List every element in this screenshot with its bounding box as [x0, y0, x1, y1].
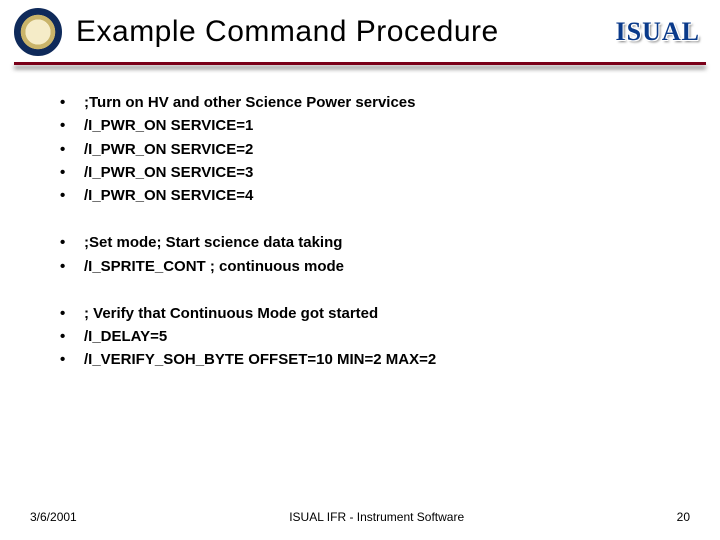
bullet-line: ; Verify that Continuous Mode got starte… — [60, 302, 680, 325]
footer-title: ISUAL IFR - Instrument Software — [77, 510, 677, 524]
bullet-line: ;Turn on HV and other Science Power serv… — [60, 91, 680, 114]
bullet-group: ; Verify that Continuous Mode got starte… — [60, 302, 680, 372]
bullet-text: /I_DELAY=5 — [84, 325, 167, 348]
footer-page-number: 20 — [677, 510, 690, 524]
seal-icon — [14, 8, 62, 56]
bullet-line: /I_VERIFY_SOH_BYTE OFFSET=10 MIN=2 MAX=2 — [60, 348, 680, 371]
bullet-text: ; Verify that Continuous Mode got starte… — [84, 302, 378, 325]
bullet-line: /I_PWR_ON SERVICE=2 — [60, 138, 680, 161]
bullet-group: ;Turn on HV and other Science Power serv… — [60, 91, 680, 207]
bullet-text: /I_PWR_ON SERVICE=1 — [84, 114, 253, 137]
bullet-text: ;Turn on HV and other Science Power serv… — [84, 91, 416, 114]
bullet-text: /I_PWR_ON SERVICE=4 — [84, 184, 253, 207]
slide-footer: 3/6/2001 ISUAL IFR - Instrument Software… — [0, 510, 720, 524]
bullet-icon — [60, 302, 84, 325]
bullet-group: ;Set mode; Start science data taking /I_… — [60, 231, 680, 278]
bullet-text: /I_VERIFY_SOH_BYTE OFFSET=10 MIN=2 MAX=2 — [84, 348, 436, 371]
bullet-icon — [60, 184, 84, 207]
bullet-line: /I_SPRITE_CONT ; continuous mode — [60, 255, 680, 278]
bullet-icon — [60, 348, 84, 371]
bullet-text: /I_PWR_ON SERVICE=3 — [84, 161, 253, 184]
bullet-text: /I_SPRITE_CONT ; continuous mode — [84, 255, 344, 278]
slide-title: Example Command Procedure — [76, 15, 602, 49]
bullet-line: ;Set mode; Start science data taking — [60, 231, 680, 254]
bullet-icon — [60, 91, 84, 114]
isual-logo: ISUAL — [616, 17, 700, 47]
bullet-text: /I_PWR_ON SERVICE=2 — [84, 138, 253, 161]
footer-date: 3/6/2001 — [30, 510, 77, 524]
bullet-icon — [60, 325, 84, 348]
bullet-line: /I_PWR_ON SERVICE=1 — [60, 114, 680, 137]
bullet-icon — [60, 255, 84, 278]
slide-content: ;Turn on HV and other Science Power serv… — [0, 65, 720, 372]
bullet-icon — [60, 161, 84, 184]
bullet-line: /I_DELAY=5 — [60, 325, 680, 348]
bullet-line: /I_PWR_ON SERVICE=4 — [60, 184, 680, 207]
bullet-icon — [60, 231, 84, 254]
slide-header: Example Command Procedure ISUAL — [0, 0, 720, 56]
bullet-icon — [60, 138, 84, 161]
bullet-line: /I_PWR_ON SERVICE=3 — [60, 161, 680, 184]
bullet-icon — [60, 114, 84, 137]
bullet-text: ;Set mode; Start science data taking — [84, 231, 342, 254]
